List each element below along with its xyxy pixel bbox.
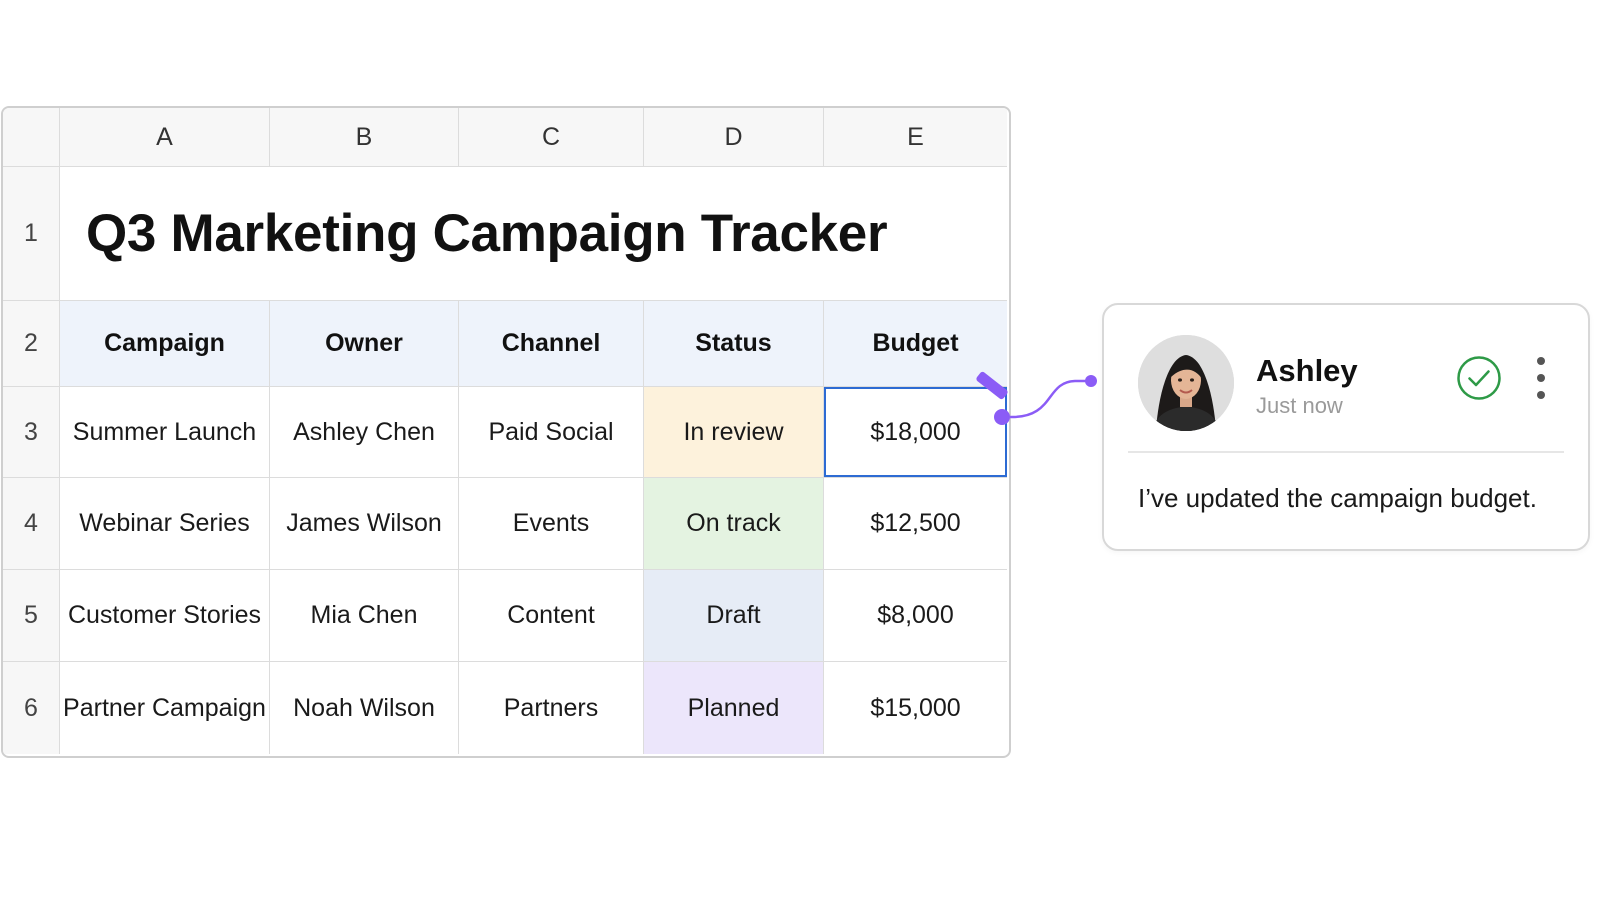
comment-divider [1128, 451, 1564, 453]
comment-timestamp: Just now [1256, 393, 1343, 418]
avatar-portrait-icon [1138, 335, 1234, 431]
comment-author: Ashley [1256, 353, 1358, 388]
avatar[interactable] [1138, 335, 1234, 431]
check-circle-icon[interactable] [1456, 355, 1502, 401]
comment-body: I’ve updated the campaign budget. [1138, 483, 1537, 513]
more-vertical-icon[interactable] [1534, 357, 1548, 399]
comment-card[interactable]: Ashley Just now I’ve updated the campaig… [1102, 303, 1590, 551]
